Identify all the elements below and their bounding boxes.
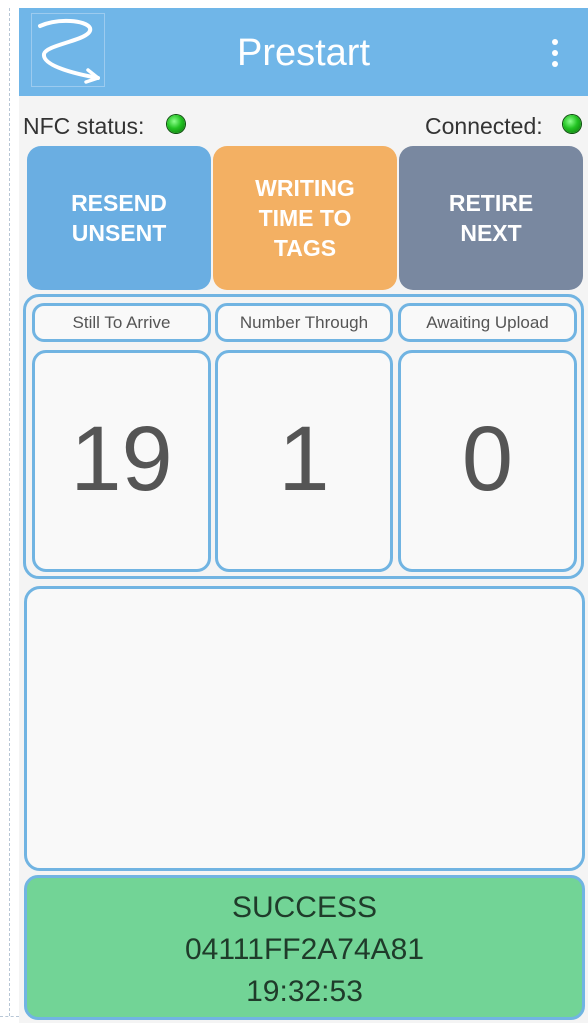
retire-next-label: RETIRE NEXT	[448, 190, 534, 246]
screenshot-edge-horizontal	[0, 1016, 19, 1017]
scan-result-banner: SUCCESS 04111FF2A74A81 19:32:53	[24, 875, 585, 1020]
connected-status-indicator-icon	[563, 115, 581, 133]
screenshot-edge-vertical	[9, 8, 10, 1016]
resend-unsent-label: RESEND UNSENT	[71, 190, 167, 246]
result-tag-id: 04111FF2A74A81	[184, 933, 425, 966]
resend-unsent-button[interactable]: RESEND UNSENT	[27, 146, 211, 290]
app-screen: Prestart NFC status: Connected: RESEND U…	[19, 8, 588, 1023]
app-title: Prestart	[236, 32, 371, 74]
still-to-arrive-label: Still To Arrive	[32, 303, 211, 342]
writing-time-to-tags-label: WRITING TIME TO TAGS	[255, 175, 355, 261]
awaiting-upload-label: Awaiting Upload	[398, 303, 577, 342]
message-log-panel[interactable]	[24, 586, 585, 871]
awaiting-upload-count: 0	[398, 350, 577, 572]
nfc-status-indicator-icon	[167, 115, 185, 133]
more-vertical-icon[interactable]	[545, 38, 565, 68]
retire-next-button[interactable]: RETIRE NEXT	[399, 146, 583, 290]
writing-time-to-tags-button[interactable]: WRITING TIME TO TAGS	[213, 146, 397, 290]
still-to-arrive-count: 19	[32, 350, 211, 572]
result-status: SUCCESS	[231, 891, 378, 924]
number-through-label: Number Through	[215, 303, 393, 342]
nfc-status-label: NFC status:	[23, 113, 145, 139]
app-bar: Prestart	[19, 8, 588, 96]
result-time: 19:32:53	[246, 975, 363, 1008]
connected-status-label: Connected:	[425, 113, 543, 139]
number-through-count: 1	[215, 350, 393, 572]
